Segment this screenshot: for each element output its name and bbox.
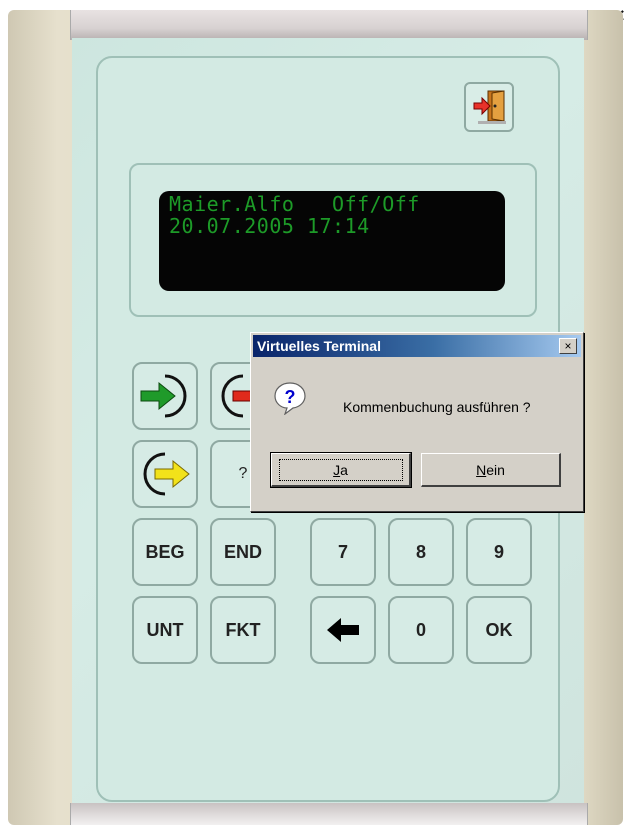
unt-button[interactable]: UNT [132,596,198,664]
housing-top-bar [70,10,588,40]
fkt-button[interactable]: FKT [210,596,276,664]
door-exit-icon [473,90,506,124]
end-button[interactable]: END [210,518,276,586]
ok-button[interactable]: OK [466,596,532,664]
lcd-display: Maier.Alfo Off/Off 20.07.2005 17:14 [159,191,505,291]
yes-button-focus: Ja [278,458,403,481]
yes-label-rest: a [340,461,348,478]
dialog-titlebar: Virtuelles Terminal × [253,335,581,357]
housing-bottom-bar [70,803,588,825]
yes-button[interactable]: Ja [270,452,412,488]
yes-mnemonic: J [333,461,341,478]
dialog-message: Kommenbuchung ausführen ? [343,399,531,415]
key-9[interactable]: 9 [466,518,532,586]
exit-button[interactable] [464,82,514,132]
confirm-dialog: Virtuelles Terminal × ? Kommenbuchung au… [250,332,584,512]
backspace-button[interactable] [310,596,376,664]
arrow-in-yellow-icon [143,452,190,496]
key-8[interactable]: 8 [388,518,454,586]
svg-text:?: ? [285,387,296,407]
arrow-left-icon [327,618,359,642]
dialog-close-button[interactable]: × [559,338,577,354]
lcd-line-1: Maier.Alfo Off/Off [169,192,420,216]
question-icon: ? [274,382,306,415]
come-button[interactable] [132,362,198,430]
no-button[interactable]: Nein [421,453,561,487]
lcd-line-2: 20.07.2005 17:14 [169,214,370,238]
key-0[interactable]: 0 [388,596,454,664]
no-label-rest: ein [486,461,505,478]
dialog-title: Virtuelles Terminal [257,338,381,354]
beg-button[interactable]: BEG [132,518,198,586]
come-back-button[interactable] [132,440,198,508]
no-mnemonic: N [476,461,487,478]
display-frame: Maier.Alfo Off/Off 20.07.2005 17:14 [129,163,537,317]
arrow-in-green-icon [140,374,187,418]
key-7[interactable]: 7 [310,518,376,586]
